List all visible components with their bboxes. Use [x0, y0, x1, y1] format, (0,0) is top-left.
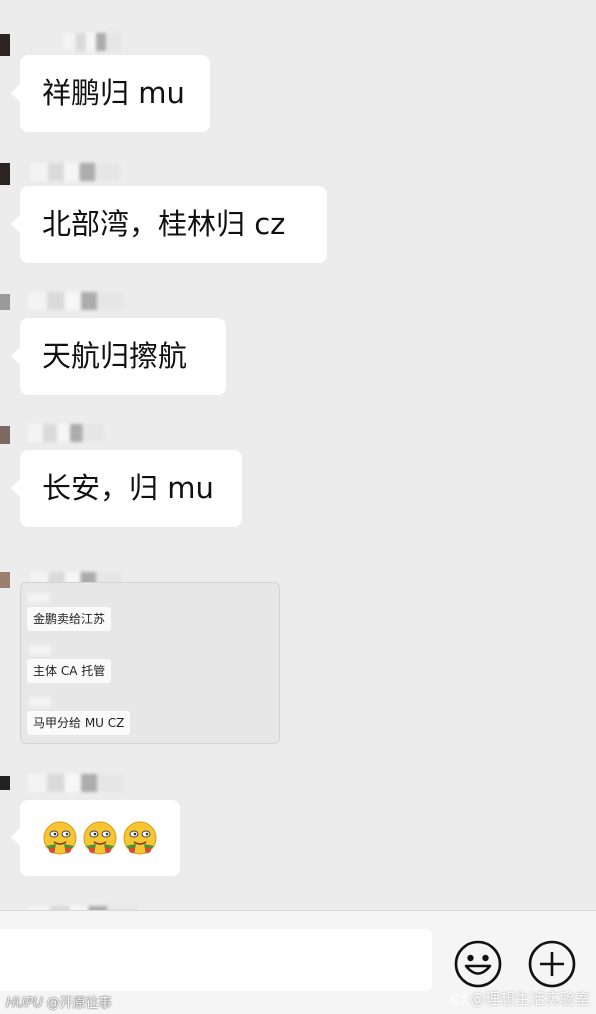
sender-avatar[interactable]: [0, 426, 10, 444]
hupu-watermark: HUPU @开原往事: [6, 992, 112, 1011]
weibo-watermark: @理想生活实验室: [450, 988, 590, 1009]
plus-circle-icon[interactable]: [527, 939, 577, 989]
message-text: 祥鹏归 mu: [42, 76, 185, 110]
chat-area: 祥鹏归 mu 北部湾，桂林归 cz 天航归擦航 长安，归 mu 金鹏卖给江苏 主…: [0, 0, 596, 920]
sender-avatar[interactable]: [0, 776, 10, 790]
message-bubble[interactable]: 北部湾，桂林归 cz: [11, 186, 327, 263]
smiley-face-icon[interactable]: [453, 939, 503, 989]
sender-avatar[interactable]: [0, 572, 10, 588]
image-message-card[interactable]: 金鹏卖给江苏 主体 CA 托管 马甲分给 MU CZ: [20, 582, 280, 744]
emoji-message-bubble[interactable]: [11, 800, 180, 876]
message-bubble[interactable]: 祥鹏归 mu: [11, 55, 210, 132]
smiling-face-with-flowers-icon: [123, 821, 157, 855]
message-text: 长安，归 mu: [42, 471, 214, 505]
blurred-dot: [29, 697, 51, 707]
note-label: 马甲分给 MU CZ: [27, 711, 131, 735]
message-text: 天航归擦航: [42, 339, 188, 373]
message-bubble[interactable]: 天航归擦航: [11, 318, 226, 395]
message-text: 北部湾，桂林归 cz: [42, 207, 286, 241]
sender-name-blurred: [28, 774, 124, 792]
blurred-dot: [29, 645, 51, 655]
weibo-icon: [450, 992, 467, 1006]
note-label: 主体 CA 托管: [27, 659, 112, 683]
watermark-text: @开原往事: [46, 996, 112, 1011]
message-bubble[interactable]: 长安，归 mu: [11, 450, 242, 527]
smiling-face-with-flowers-icon: [43, 821, 77, 855]
sender-avatar[interactable]: [0, 163, 10, 185]
message-input[interactable]: [0, 929, 432, 991]
sender-name-blurred: [64, 33, 122, 51]
sender-name-blurred: [28, 424, 104, 442]
sender-avatar[interactable]: [0, 34, 10, 56]
smiling-face-with-flowers-icon: [83, 821, 117, 855]
sender-name-blurred: [28, 292, 124, 310]
note-label: 金鹏卖给江苏: [27, 607, 112, 631]
sender-name-blurred: [30, 163, 120, 181]
sender-avatar[interactable]: [0, 294, 10, 310]
watermark-text: @理想生活实验室: [469, 990, 590, 1008]
watermark-brand: HUPU: [6, 996, 43, 1011]
blurred-dot: [27, 593, 49, 603]
